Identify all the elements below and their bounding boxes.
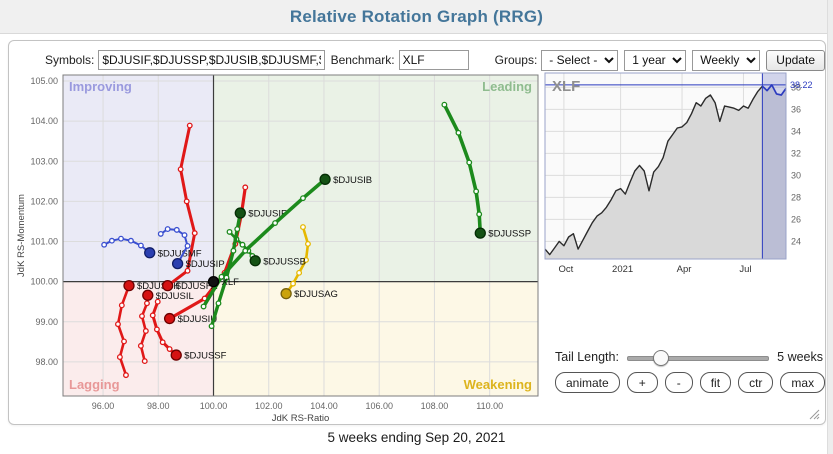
svg-text:104.00: 104.00 <box>30 116 58 126</box>
tail-length-label: Tail Length: <box>555 350 619 364</box>
rrg-head-djussp[interactable] <box>475 228 485 238</box>
rrg-label-djusip: $DJUSIP <box>186 259 225 270</box>
scrollbar[interactable] <box>827 0 833 454</box>
quadrant-label-improving: Improving <box>69 79 132 94</box>
svg-text:110.00: 110.00 <box>476 401 503 411</box>
svg-text:32: 32 <box>791 148 801 158</box>
rrg-label-xlf: XLF <box>222 277 240 288</box>
rrg-head-djusbk[interactable] <box>124 281 134 291</box>
svg-text:24: 24 <box>791 236 801 246</box>
rrg-label-djusib: $DJUSIB <box>333 175 372 186</box>
benchmark-label: Benchmark: <box>331 53 395 67</box>
center-button[interactable]: ctr <box>738 372 773 393</box>
maximize-button[interactable]: max <box>780 372 825 393</box>
rrg-label-djusmf: $DJUSMF <box>158 248 202 259</box>
rrg-label-djussf: $DJUSSF <box>184 351 226 362</box>
price-chart-title: XLF <box>552 78 580 95</box>
svg-text:106.00: 106.00 <box>365 401 393 411</box>
quadrant-label-weakening: Weakening <box>464 377 532 392</box>
svg-text:30: 30 <box>791 170 801 180</box>
rrg-head-djusil[interactable] <box>143 290 153 300</box>
svg-text:2021: 2021 <box>612 264 633 275</box>
zoom-in-button[interactable]: + <box>627 372 658 393</box>
rrg-label-djusil: $DJUSIL <box>156 291 194 302</box>
slider-track[interactable] <box>627 356 769 361</box>
rrg-head-djusiu[interactable] <box>165 314 175 324</box>
svg-text:100.00: 100.00 <box>200 401 228 411</box>
svg-text:102.00: 102.00 <box>255 401 283 411</box>
fit-button[interactable]: fit <box>700 372 731 393</box>
rrg-head-djusif[interactable] <box>235 208 245 218</box>
symbols-label: Symbols: <box>45 53 94 67</box>
svg-text:98.00: 98.00 <box>147 401 170 411</box>
svg-text:104.00: 104.00 <box>310 401 338 411</box>
rrg-label-djussb: $DJUSSB <box>263 256 306 267</box>
svg-text:36: 36 <box>791 104 801 114</box>
svg-text:99.00: 99.00 <box>35 317 58 327</box>
rrg-head-djusip[interactable] <box>173 259 183 269</box>
rrg-head-djusib[interactable] <box>320 174 330 184</box>
period-caption: 5 weeks ending Sep 20, 2021 <box>0 430 833 445</box>
svg-text:105.00: 105.00 <box>30 76 58 86</box>
svg-text:JdK RS-Ratio: JdK RS-Ratio <box>272 413 330 421</box>
svg-text:101.00: 101.00 <box>30 237 58 247</box>
groups-select[interactable]: - Select - <box>541 50 618 71</box>
svg-text:98.00: 98.00 <box>35 357 58 367</box>
rrg-label-djusag: $DJUSAG <box>294 289 338 300</box>
rrg-head-xlf[interactable] <box>209 277 219 287</box>
page-title: Relative Rotation Graph (RRG) <box>0 0 833 33</box>
slider-thumb[interactable] <box>653 350 669 366</box>
svg-text:Jul: Jul <box>739 264 751 275</box>
period-select[interactable]: 1 year <box>624 50 686 71</box>
rrg-head-djusag[interactable] <box>281 289 291 299</box>
svg-text:Oct: Oct <box>559 264 574 275</box>
last-price-label: 38.22 <box>790 80 813 90</box>
benchmark-price-chart: 242628303234363838.22Oct2021AprJulXLF <box>542 69 830 283</box>
groups-label: Groups: <box>495 53 538 67</box>
frequency-select[interactable]: Weekly <box>692 50 760 71</box>
svg-text:96.00: 96.00 <box>92 401 115 411</box>
tail-length-slider[interactable] <box>627 349 769 365</box>
rrg-head-djussf[interactable] <box>171 350 181 360</box>
chart-buttons: animate + - fit ctr max <box>555 372 823 393</box>
update-button[interactable]: Update <box>766 50 825 71</box>
svg-text:102.00: 102.00 <box>30 196 58 206</box>
svg-text:103.00: 103.00 <box>30 156 58 166</box>
rrg-head-djusmf[interactable] <box>145 248 155 258</box>
quadrant-label-lagging: Lagging <box>69 377 120 392</box>
rrg-head-djussb[interactable] <box>250 256 260 266</box>
svg-text:108.00: 108.00 <box>421 401 449 411</box>
zoom-out-button[interactable]: - <box>665 372 693 393</box>
svg-text:28: 28 <box>791 192 801 202</box>
page-header: Relative Rotation Graph (RRG) <box>0 0 833 34</box>
svg-text:34: 34 <box>791 126 801 136</box>
rrg-head-djusfa[interactable] <box>163 281 173 291</box>
tail-length-value: 5 weeks <box>777 350 823 364</box>
svg-text:26: 26 <box>791 214 801 224</box>
rrg-label-djussp: $DJUSSP <box>488 229 531 240</box>
svg-text:JdK RS-Momentum: JdK RS-Momentum <box>16 194 27 277</box>
quadrant-label-leading: Leading <box>482 79 532 94</box>
tail-length-control: Tail Length: 5 weeks <box>555 346 823 368</box>
svg-text:Apr: Apr <box>677 264 692 275</box>
animate-button[interactable]: animate <box>555 372 620 393</box>
rrg-widget: Symbols: Benchmark: Groups: - Select - 1… <box>8 40 826 425</box>
rrg-chart: Improving Leading Lagging Weakening 96.00 98.… <box>11 67 545 421</box>
resize-handle-icon[interactable] <box>807 407 820 420</box>
svg-text:100.00: 100.00 <box>30 277 58 287</box>
